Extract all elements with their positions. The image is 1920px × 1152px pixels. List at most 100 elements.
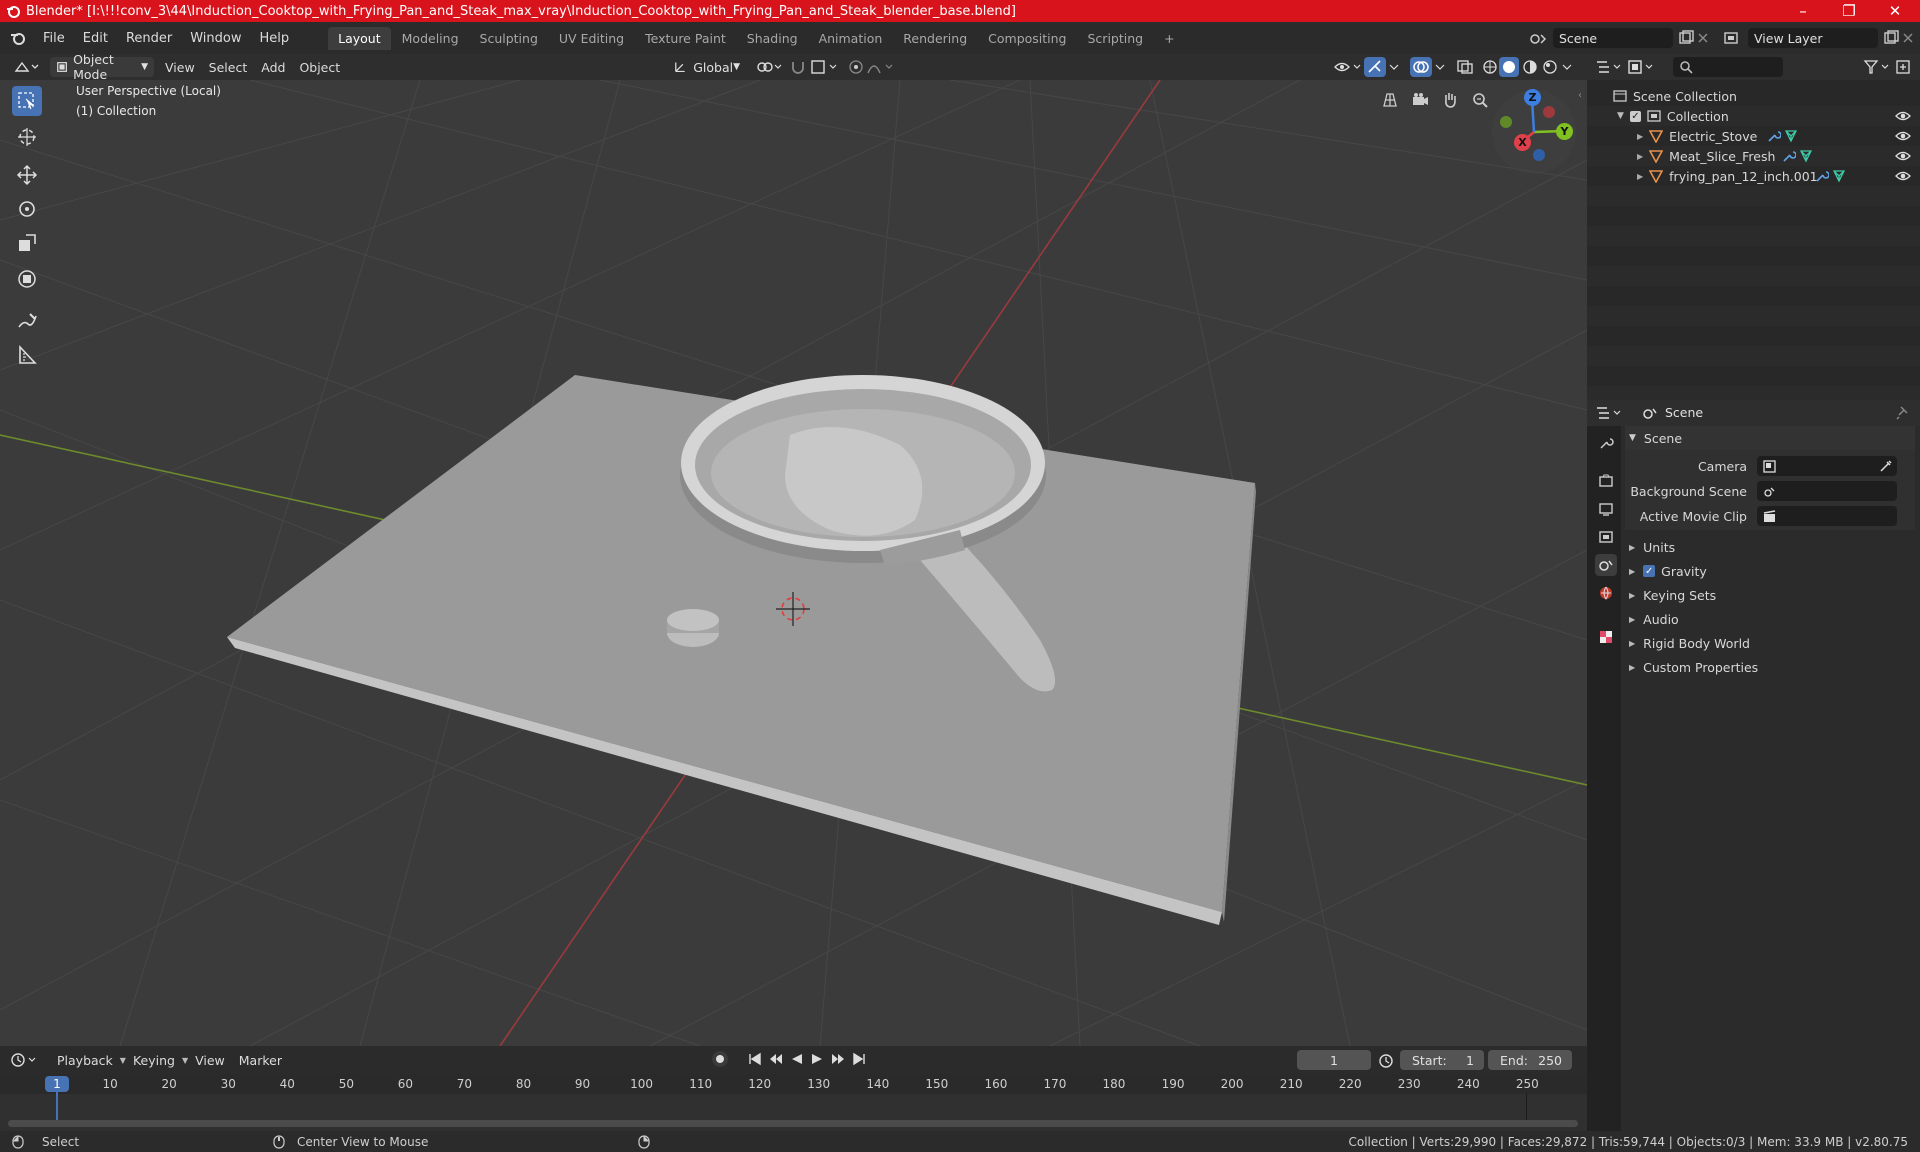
expand-arrow-icon[interactable]: ▶ xyxy=(1637,172,1643,181)
3d-viewport[interactable]: Z Y X User Perspective (Local) (1) Colle… xyxy=(0,80,1587,1046)
rigid-body-world-panel-header[interactable]: ▶ Rigid Body World xyxy=(1625,632,1915,654)
scene-icon[interactable] xyxy=(1527,29,1549,47)
gizmo-x-axis[interactable]: X xyxy=(1514,134,1531,151)
measure-tool[interactable] xyxy=(12,340,42,370)
exclude-checkbox[interactable]: ✓ xyxy=(1629,110,1641,122)
display-mode-icon[interactable] xyxy=(1627,59,1655,75)
tab-rendering[interactable]: Rendering xyxy=(893,27,977,50)
transform-tool[interactable] xyxy=(12,264,42,294)
new-collection-icon[interactable] xyxy=(1895,59,1913,75)
remove-scene-icon[interactable] xyxy=(1695,29,1711,47)
keying-sets-panel-header[interactable]: ▶ Keying Sets xyxy=(1625,584,1915,606)
outliner-row-meat-slice[interactable]: ▶ Meat_Slice_Fresh xyxy=(1587,146,1920,166)
jump-end-icon[interactable] xyxy=(852,1052,866,1066)
tab-view-layer[interactable] xyxy=(1595,526,1617,548)
proportional-edit-icon[interactable] xyxy=(848,59,864,75)
object-mode-dropdown[interactable]: Object Mode ▼ xyxy=(50,52,154,82)
end-frame-field[interactable]: End: 250 xyxy=(1488,1050,1572,1070)
editor-type-button[interactable] xyxy=(8,57,46,77)
timeline-menu-playback[interactable]: Playback xyxy=(50,1053,120,1068)
shading-dropdown-icon[interactable] xyxy=(1561,59,1573,75)
expand-arrow-icon[interactable]: ▶ xyxy=(1637,152,1643,161)
eyedropper-icon[interactable] xyxy=(1879,459,1893,473)
outliner-row-collection[interactable]: ▼ ✓ Collection xyxy=(1587,106,1920,126)
blender-menu-icon[interactable] xyxy=(8,28,28,48)
active-movie-clip-field[interactable] xyxy=(1757,506,1897,526)
tab-world[interactable] xyxy=(1595,582,1617,604)
gizmo-toggle-button[interactable] xyxy=(1364,57,1386,77)
viewport-menu-add[interactable]: Add xyxy=(254,60,292,75)
tab-uv-editing[interactable]: UV Editing xyxy=(549,27,634,50)
record-button[interactable] xyxy=(712,1051,728,1067)
timeline-menu-marker[interactable]: Marker xyxy=(232,1053,289,1068)
annotate-tool[interactable] xyxy=(12,306,42,336)
outliner-editor-type-icon[interactable] xyxy=(1595,59,1623,75)
snap-icon[interactable] xyxy=(790,59,806,75)
play-icon[interactable] xyxy=(810,1052,824,1066)
tab-shading[interactable]: Shading xyxy=(737,27,808,50)
camera-view-button[interactable] xyxy=(1408,88,1432,112)
filter-icon[interactable] xyxy=(1863,59,1891,75)
outliner-row-frying-pan[interactable]: ▶ frying_pan_12_inch.001 xyxy=(1587,166,1920,186)
timeline-menu-keying[interactable]: Keying xyxy=(126,1053,182,1068)
tab-render[interactable] xyxy=(1595,470,1617,492)
audio-panel-header[interactable]: ▶ Audio xyxy=(1625,608,1915,630)
jump-start-icon[interactable] xyxy=(748,1052,762,1066)
tab-tool[interactable] xyxy=(1595,432,1617,454)
pan-view-button[interactable] xyxy=(1438,88,1462,112)
next-keyframe-icon[interactable] xyxy=(830,1052,846,1066)
pivot-point-icon[interactable] xyxy=(756,59,784,75)
playhead-frame-indicator[interactable]: 1 xyxy=(45,1076,69,1092)
timeline-scrollbar[interactable] xyxy=(8,1120,1578,1127)
tab-animation[interactable]: Animation xyxy=(809,27,893,50)
gravity-panel-header[interactable]: ▶ ✓ Gravity xyxy=(1625,560,1915,582)
expand-arrow-icon[interactable]: ▶ xyxy=(1637,132,1643,141)
prev-keyframe-icon[interactable] xyxy=(768,1052,784,1066)
menu-window[interactable]: Window xyxy=(181,31,250,46)
scene-panel-header[interactable]: ▼ Scene xyxy=(1625,426,1915,450)
snap-target-icon[interactable] xyxy=(810,59,840,75)
pin-icon[interactable] xyxy=(1895,405,1911,421)
rendered-shading-icon[interactable] xyxy=(1541,59,1559,75)
eye-icon[interactable] xyxy=(1895,109,1911,123)
xray-toggle-icon[interactable] xyxy=(1456,59,1474,75)
modifier-wrench-icon[interactable] xyxy=(1782,149,1796,163)
material-preview-icon[interactable] xyxy=(1521,59,1539,75)
gravity-checkbox[interactable]: ✓ xyxy=(1643,565,1656,577)
add-workspace-button[interactable]: + xyxy=(1154,27,1184,50)
expand-arrow-icon[interactable]: ▼ xyxy=(1617,111,1624,121)
visibility-selectability-icon[interactable] xyxy=(1333,59,1363,75)
tab-modeling[interactable]: Modeling xyxy=(392,27,469,50)
minimize-button[interactable]: – xyxy=(1780,0,1826,22)
tab-texture-paint[interactable]: Texture Paint xyxy=(635,27,736,50)
tab-output[interactable] xyxy=(1595,498,1617,520)
view-layer-icon[interactable] xyxy=(1722,29,1744,47)
zoom-view-button[interactable] xyxy=(1468,88,1492,112)
play-reverse-icon[interactable] xyxy=(790,1052,804,1066)
outliner-row-scene-collection[interactable]: Scene Collection xyxy=(1587,86,1920,106)
cursor-tool[interactable] xyxy=(12,122,42,152)
copy-scene-icon[interactable] xyxy=(1677,29,1695,47)
wireframe-shading-icon[interactable] xyxy=(1481,59,1499,75)
properties-editor-type-icon[interactable] xyxy=(1595,405,1623,421)
menu-edit[interactable]: Edit xyxy=(74,31,117,46)
tab-scripting[interactable]: Scripting xyxy=(1078,27,1154,50)
solid-shading-button[interactable] xyxy=(1499,57,1519,77)
copy-view-layer-icon[interactable] xyxy=(1882,29,1900,47)
eye-icon[interactable] xyxy=(1895,149,1911,163)
mesh-data-icon[interactable] xyxy=(1784,129,1798,143)
modifier-wrench-icon[interactable] xyxy=(1815,169,1829,183)
outliner-row-electric-stove[interactable]: ▶ Electric_Stove xyxy=(1587,126,1920,146)
frame-ruler[interactable]: 1102030405060708090100110120130140150160… xyxy=(0,1074,1587,1094)
remove-view-layer-icon[interactable] xyxy=(1900,29,1916,47)
tab-layout[interactable]: Layout xyxy=(328,26,391,50)
scene-name-field[interactable]: Scene xyxy=(1553,28,1673,48)
timeline-menu-view[interactable]: View xyxy=(188,1053,232,1068)
overlays-dropdown-icon[interactable] xyxy=(1434,59,1446,75)
mesh-data-icon[interactable] xyxy=(1799,149,1813,163)
gizmo-z-axis[interactable]: Z xyxy=(1524,89,1541,106)
maximize-button[interactable]: ❐ xyxy=(1826,0,1872,22)
select-box-tool[interactable] xyxy=(12,86,42,116)
start-frame-field[interactable]: Start: 1 xyxy=(1400,1050,1484,1070)
viewport-menu-select[interactable]: Select xyxy=(202,60,255,75)
